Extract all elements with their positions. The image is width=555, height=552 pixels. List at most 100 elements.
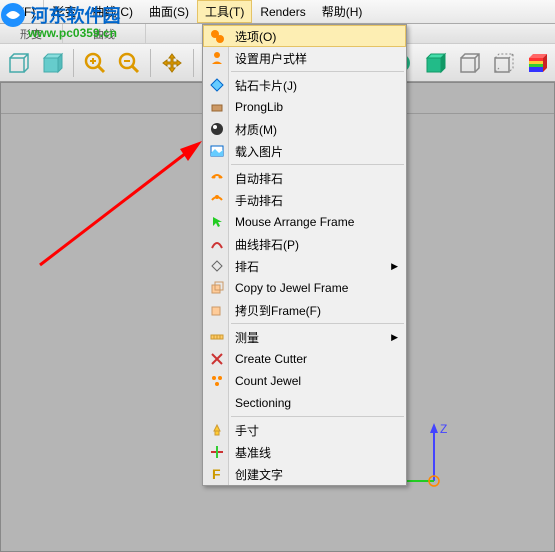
menu-item-label: 基准线 bbox=[227, 444, 271, 461]
menu-item-label: 选项(O) bbox=[227, 28, 276, 45]
gem-icon bbox=[207, 258, 227, 274]
toolbar-label-deform: 形变 bbox=[0, 24, 63, 43]
menubar: 件(F) 形变 曲线(C) 曲面(S) 工具(T) Renders 帮助(H) bbox=[0, 0, 555, 24]
menu-item-pronglib[interactable]: ProngLib bbox=[203, 96, 406, 118]
tools-dropdown: 选项(O) 设置用户式样 钻石卡片(J) ProngLib 材质(M) 载入图片… bbox=[202, 24, 407, 486]
menu-item-label: 材质(M) bbox=[227, 121, 277, 138]
menu-item-label: 曲线排石(P) bbox=[227, 236, 299, 253]
prong-icon bbox=[207, 99, 227, 115]
cube-solid-icon bbox=[40, 51, 64, 75]
cube-solid-button[interactable] bbox=[37, 48, 67, 78]
menu-item-copy-frame[interactable]: 拷贝到Frame(F) bbox=[203, 299, 406, 321]
menu-item-stone[interactable]: 排石 ▶ bbox=[203, 255, 406, 277]
baseline-icon bbox=[207, 444, 227, 460]
auto-icon bbox=[207, 170, 227, 186]
separator bbox=[73, 49, 74, 77]
rainbow-cube-button[interactable] bbox=[522, 48, 552, 78]
menu-tools[interactable]: 工具(T) bbox=[197, 0, 252, 23]
pan-button[interactable] bbox=[157, 48, 187, 78]
menu-item-label: 排石 bbox=[227, 258, 259, 275]
measure-icon bbox=[207, 329, 227, 345]
menu-item-create-text[interactable]: F 创建文字 bbox=[203, 463, 406, 485]
wire-cube-icon bbox=[457, 51, 481, 75]
menu-item-auto-stone[interactable]: 自动排石 bbox=[203, 167, 406, 189]
menu-item-label: 载入图片 bbox=[227, 143, 283, 160]
menu-item-sectioning[interactable]: Sectioning bbox=[203, 392, 406, 414]
manual-icon bbox=[207, 192, 227, 208]
menu-item-ring-size[interactable]: 手寸 bbox=[203, 419, 406, 441]
menu-item-label: 设置用户式样 bbox=[227, 50, 307, 67]
cube-wire-icon bbox=[6, 51, 30, 75]
menu-separator bbox=[231, 164, 404, 165]
mouse-icon bbox=[207, 214, 227, 230]
submenu-arrow-icon: ▶ bbox=[391, 261, 398, 272]
menu-deform[interactable]: 形变 bbox=[43, 0, 84, 23]
menu-item-label: 测量 bbox=[227, 329, 259, 346]
menu-item-label: Create Cutter bbox=[227, 352, 307, 366]
submenu-arrow-icon: ▶ bbox=[391, 332, 398, 343]
pan-icon bbox=[160, 51, 184, 75]
menu-renders[interactable]: Renders bbox=[252, 2, 313, 22]
separator bbox=[193, 49, 194, 77]
zoom-out-icon bbox=[117, 51, 141, 75]
cutter-icon bbox=[207, 351, 227, 367]
zoom-in-icon bbox=[83, 51, 107, 75]
svg-text:F: F bbox=[212, 466, 221, 482]
menu-item-diamond-card[interactable]: 钻石卡片(J) bbox=[203, 74, 406, 96]
rainbow-cube-icon bbox=[525, 51, 549, 75]
section-icon bbox=[207, 395, 227, 411]
menu-item-label: Copy to Jewel Frame bbox=[227, 281, 348, 295]
text-icon: F bbox=[207, 466, 227, 482]
menu-item-count-jewel[interactable]: Count Jewel bbox=[203, 370, 406, 392]
separator bbox=[150, 49, 151, 77]
gears-icon bbox=[207, 28, 227, 44]
svg-text:Z: Z bbox=[440, 422, 447, 436]
menu-item-label: ProngLib bbox=[227, 100, 283, 114]
size-icon bbox=[207, 422, 227, 438]
menu-item-options[interactable]: 选项(O) bbox=[203, 25, 406, 47]
menu-separator bbox=[231, 323, 404, 324]
menu-item-label: 钻石卡片(J) bbox=[227, 77, 297, 94]
shaded-cube-icon bbox=[423, 51, 447, 75]
menu-item-baseline[interactable]: 基准线 bbox=[203, 441, 406, 463]
menu-item-measure[interactable]: 测量 ▶ bbox=[203, 326, 406, 348]
menu-item-material[interactable]: 材质(M) bbox=[203, 118, 406, 140]
menu-item-create-cutter[interactable]: Create Cutter bbox=[203, 348, 406, 370]
menu-item-user-style[interactable]: 设置用户式样 bbox=[203, 47, 406, 69]
image-icon bbox=[207, 143, 227, 159]
menu-surface[interactable]: 曲面(S) bbox=[141, 0, 197, 23]
wire-cube2-icon bbox=[491, 51, 515, 75]
count-icon bbox=[207, 373, 227, 389]
menu-item-label: Count Jewel bbox=[227, 374, 301, 388]
diamond-icon bbox=[207, 77, 227, 93]
copyf-icon bbox=[207, 302, 227, 318]
menu-item-copy-jewel[interactable]: Copy to Jewel Frame bbox=[203, 277, 406, 299]
menu-item-load-image[interactable]: 载入图片 bbox=[203, 140, 406, 162]
menu-item-mouse-arrange[interactable]: Mouse Arrange Frame bbox=[203, 211, 406, 233]
curve-icon bbox=[207, 236, 227, 252]
menu-item-label: 拷贝到Frame(F) bbox=[227, 302, 321, 319]
menu-file[interactable]: 件(F) bbox=[0, 0, 43, 23]
menu-item-label: 手动排石 bbox=[227, 192, 283, 209]
user-icon bbox=[207, 50, 227, 66]
menu-item-label: 创建文字 bbox=[227, 466, 283, 483]
zoom-in-button[interactable] bbox=[80, 48, 110, 78]
cube-wire-button[interactable] bbox=[3, 48, 33, 78]
menu-item-label: Mouse Arrange Frame bbox=[227, 215, 354, 229]
wire-cube-button[interactable] bbox=[454, 48, 484, 78]
menu-item-label: 手寸 bbox=[227, 422, 259, 439]
material-icon bbox=[207, 121, 227, 137]
zoom-out-button[interactable] bbox=[114, 48, 144, 78]
menu-item-manual-stone[interactable]: 手动排石 bbox=[203, 189, 406, 211]
menu-separator bbox=[231, 416, 404, 417]
menu-item-label: 自动排石 bbox=[227, 170, 283, 187]
toolbar-label-curve: 曲线 bbox=[63, 24, 146, 43]
menu-item-curve-stone[interactable]: 曲线排石(P) bbox=[203, 233, 406, 255]
menu-help[interactable]: 帮助(H) bbox=[314, 0, 371, 23]
shaded-cube-button[interactable] bbox=[420, 48, 450, 78]
menu-item-label: Sectioning bbox=[227, 396, 291, 410]
menu-separator bbox=[231, 71, 404, 72]
copy-icon bbox=[207, 280, 227, 296]
wire-cube2-button[interactable] bbox=[488, 48, 518, 78]
menu-curve[interactable]: 曲线(C) bbox=[84, 0, 141, 23]
